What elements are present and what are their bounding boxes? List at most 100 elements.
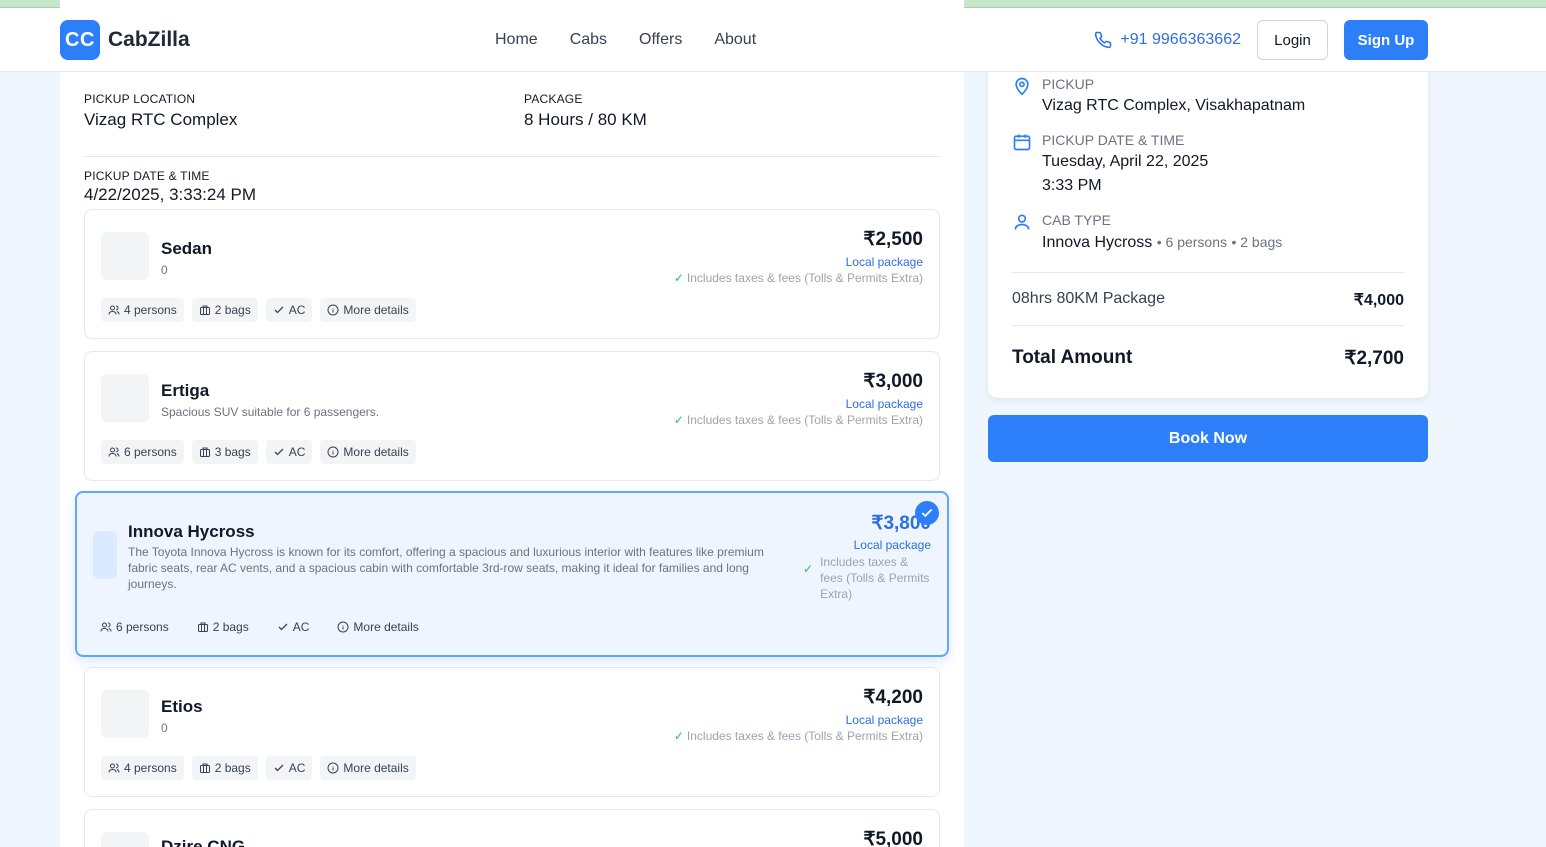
more-details-text: More details xyxy=(353,620,419,634)
cab-features: 6 persons 2 bags AC More details xyxy=(93,615,426,639)
divider xyxy=(1012,272,1404,273)
users-icon xyxy=(108,304,120,316)
navbar: CC CabZilla Home Cabs Offers About +91 9… xyxy=(0,8,1546,72)
user-icon xyxy=(1012,212,1032,255)
tag-ac: AC xyxy=(265,298,313,322)
nav-links: Home Cabs Offers About xyxy=(495,8,756,72)
nav-offers[interactable]: Offers xyxy=(639,31,682,49)
info-icon xyxy=(327,304,339,316)
tag-ac-text: AC xyxy=(288,303,306,317)
users-icon xyxy=(108,762,120,774)
tag-persons: 4 persons xyxy=(101,756,184,780)
pickup-datetime-label: PICKUP DATE & TIME xyxy=(84,169,210,183)
cab-description: Spacious SUV suitable for 6 passengers. xyxy=(161,405,380,419)
package-value: 8 Hours / 80 KM xyxy=(524,110,647,129)
more-details-text: More details xyxy=(343,445,409,459)
cab-tax-note: ✓ Includes taxes & fees (Tolls & Permits … xyxy=(674,413,923,427)
luggage-icon xyxy=(199,304,211,316)
nav-actions: +91 9966363662 Login Sign Up xyxy=(1094,20,1428,60)
cab-name: Innova Hycross xyxy=(128,522,255,541)
summary-cab-bags: 2 bags xyxy=(1240,234,1283,250)
cab-package: Local package xyxy=(845,397,923,411)
luggage-icon xyxy=(197,621,209,633)
summary-time-value: 3:33 PM xyxy=(1042,177,1102,194)
more-details-text: More details xyxy=(343,761,409,775)
tag-ac: AC xyxy=(265,756,313,780)
cab-tax-text: Includes taxes & fees (Tolls & Permits E… xyxy=(686,413,923,427)
cab-tax-text: Includes taxes & fees (Tolls & Permits E… xyxy=(686,729,923,743)
tag-ac-text: AC xyxy=(288,761,306,775)
users-icon xyxy=(100,621,112,633)
summary-cab-type: CAB TYPE Innova Hycross • 6 persons • 2 … xyxy=(1012,212,1282,255)
nav-about[interactable]: About xyxy=(714,31,756,49)
cab-price: ₹5,000 xyxy=(863,829,923,847)
summary-pickup-value: Vizag RTC Complex, Visakhapatnam xyxy=(1042,97,1306,114)
cab-features: 6 persons 3 bags AC More details xyxy=(101,440,416,464)
summary-cab-label: CAB TYPE xyxy=(1042,212,1111,228)
cab-card-dzire-cng[interactable]: Dzire CNG ₹5,000 xyxy=(84,809,940,847)
cab-price: ₹3,000 xyxy=(863,371,923,392)
login-button[interactable]: Login xyxy=(1257,20,1328,60)
separator: • xyxy=(1231,234,1241,250)
tag-persons-text: 4 persons xyxy=(124,761,177,775)
total-row: Total Amount ₹2,700 xyxy=(1012,347,1404,370)
summary-date-value: Tuesday, April 22, 2025 xyxy=(1042,153,1209,170)
pickup-location-label: PICKUP LOCATION xyxy=(84,92,196,106)
summary-cab-persons: 6 persons xyxy=(1165,234,1227,250)
tag-persons: 6 persons xyxy=(93,615,176,639)
nav-cabs[interactable]: Cabs xyxy=(570,31,607,49)
tag-persons: 6 persons xyxy=(101,440,184,464)
divider xyxy=(1012,325,1404,326)
package-amount: ₹4,000 xyxy=(1353,292,1404,309)
cab-card-ertiga[interactable]: Ertiga Spacious SUV suitable for 6 passe… xyxy=(84,351,940,481)
tag-persons-text: 4 persons xyxy=(124,303,177,317)
summary-datetime-label: PICKUP DATE & TIME xyxy=(1042,132,1185,148)
tag-bags: 3 bags xyxy=(191,440,258,464)
cab-card-etios[interactable]: Etios 0 ₹4,200 Local package ✓ Includes t… xyxy=(84,667,940,797)
cab-price: ₹2,500 xyxy=(863,229,923,250)
phone-link[interactable]: +91 9966363662 xyxy=(1094,31,1241,49)
signup-button[interactable]: Sign Up xyxy=(1344,20,1428,60)
book-now-button[interactable]: Book Now xyxy=(988,415,1428,462)
cab-features: 4 persons 2 bags AC More details xyxy=(101,756,416,780)
total-label: Total Amount xyxy=(1012,347,1133,368)
check-icon xyxy=(273,304,285,316)
check-icon xyxy=(277,621,289,633)
cab-package: Local package xyxy=(845,255,923,269)
cab-image xyxy=(101,690,149,738)
separator: • xyxy=(1156,234,1166,250)
cab-image xyxy=(101,832,149,847)
more-details-button[interactable]: More details xyxy=(320,440,416,464)
cab-package: Local package xyxy=(845,713,923,727)
summary-datetime: PICKUP DATE & TIME Tuesday, April 22, 20… xyxy=(1012,132,1208,198)
booking-summary: PICKUP Vizag RTC Complex, Visakhapatnam … xyxy=(988,20,1428,398)
info-icon xyxy=(327,446,339,458)
cab-name: Dzire CNG xyxy=(161,837,246,847)
cab-description: 0 xyxy=(161,721,168,735)
tag-bags-text: 2 bags xyxy=(212,620,249,634)
cab-image xyxy=(101,232,149,280)
more-details-button[interactable]: More details xyxy=(320,756,416,780)
more-details-button[interactable]: More details xyxy=(320,298,416,322)
tag-ac: AC xyxy=(270,615,317,639)
cab-card-sedan[interactable]: Sedan 0 ₹2,500 Local package ✓ Includes t… xyxy=(84,209,940,339)
cab-name: Etios xyxy=(161,697,203,716)
cab-card-innova-hycross[interactable]: Innova Hycross The Toyota Innova Hycross… xyxy=(75,491,949,657)
package-name: 08hrs 80KM Package xyxy=(1012,290,1165,307)
more-details-button[interactable]: More details xyxy=(330,615,425,639)
cab-tax-note: ✓ Includes taxes & fees (Tolls & Permits … xyxy=(803,554,931,602)
tag-bags-text: 2 bags xyxy=(214,303,251,317)
logo[interactable]: CC CabZilla xyxy=(60,20,190,60)
pickup-datetime: PICKUP DATE & TIME 4/22/2025, 3:33:24 PM xyxy=(84,169,256,205)
summary-pickup: PICKUP Vizag RTC Complex, Visakhapatnam xyxy=(1012,76,1305,118)
logo-badge: CC xyxy=(60,20,100,60)
cab-tax-text: Includes taxes & fees (Tolls & Permits E… xyxy=(820,555,930,601)
brand-name: CabZilla xyxy=(108,28,190,51)
check-icon: ✓ xyxy=(673,729,684,743)
total-amount: ₹2,700 xyxy=(1344,348,1404,369)
package-info: PACKAGE 8 Hours / 80 KM xyxy=(524,92,647,130)
cab-name: Ertiga xyxy=(161,381,210,400)
nav-home[interactable]: Home xyxy=(495,31,538,49)
tag-bags: 2 bags xyxy=(191,756,258,780)
cab-description: The Toyota Innova Hycross is known for i… xyxy=(128,545,764,591)
